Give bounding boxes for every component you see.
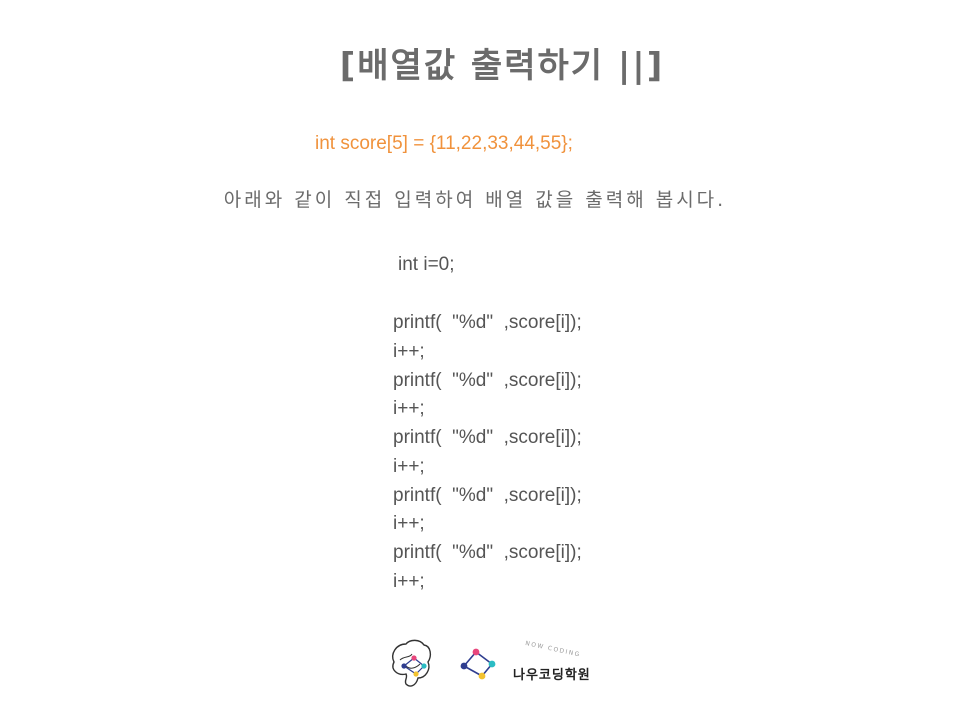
- instruction-text: 아래와 같이 직접 입력하여 배열 값을 출력해 봅시다.: [223, 189, 727, 211]
- code-block: printf( "%d" ,score[i]); i++; printf( "%…: [393, 309, 582, 597]
- code-line: i++;: [393, 398, 425, 420]
- code-line: printf( "%d" ,score[i]);: [393, 484, 582, 506]
- code-line: printf( "%d" ,score[i]);: [393, 312, 582, 333]
- code-init-line: int i=0;: [398, 254, 455, 275]
- brand-name: 나우코딩학원: [513, 668, 591, 683]
- code-line: i++;: [393, 340, 425, 362]
- code-line: printf( "%d" ,score[i]);: [393, 369, 582, 391]
- code-line: i++;: [393, 513, 425, 535]
- page-title: [배열값 출력하기 ||]: [339, 46, 665, 86]
- code-line: i++;: [393, 570, 425, 592]
- code-line: printf( "%d" ,score[i]);: [393, 542, 582, 563]
- code-line: i++;: [393, 455, 425, 477]
- array-declaration: int score[5] = {11,22,33,44,55};: [315, 133, 573, 154]
- code-line: printf( "%d" ,score[i]);: [393, 427, 582, 448]
